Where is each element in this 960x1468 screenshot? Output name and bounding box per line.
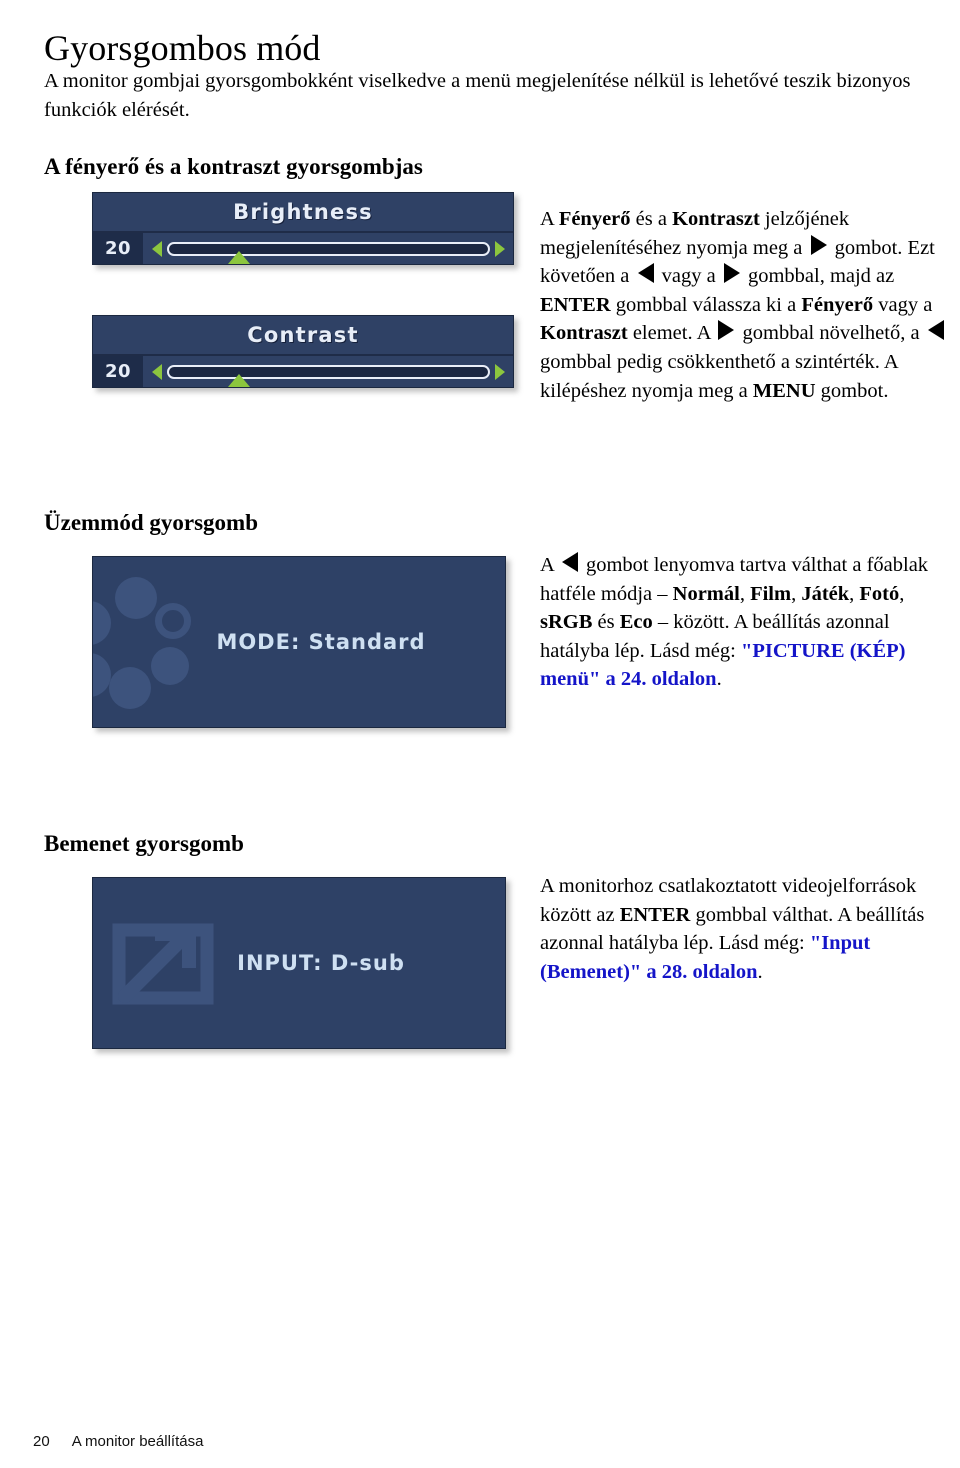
page-title: Gyorsgombos mód [44, 28, 321, 69]
left-arrow-button-icon [927, 320, 944, 341]
text-fragment: A [540, 208, 559, 230]
mode-option-normal: Normál [672, 582, 740, 605]
text-fragment: . [757, 960, 763, 983]
description-input: A monitorhoz csatlakoztatott videojelfor… [540, 872, 960, 986]
osd-title-brightness: Brightness [233, 200, 373, 224]
term-brightness: Fényerő [801, 293, 874, 316]
text-fragment: elemet. A [627, 322, 716, 345]
osd-panel-input: INPUT: D-sub [92, 877, 506, 1049]
increase-arrow-icon[interactable] [495, 240, 505, 257]
osd-panel-contrast: Contrast 20 [92, 315, 514, 388]
osd-slider-track-contrast[interactable] [167, 364, 490, 387]
mode-option-film: Film [750, 582, 792, 605]
term-menu: MENU [752, 379, 816, 402]
text-fragment: vagy a [873, 293, 933, 316]
text-fragment: gombbal válassza ki a [610, 293, 802, 316]
left-arrow-button-icon [561, 552, 578, 572]
term-brightness: Fényerő [558, 208, 631, 230]
osd-panel-mode: MODE: Standard [92, 556, 506, 728]
page-footer: 20 A monitor beállítása [33, 1433, 203, 1450]
osd-value-contrast: 20 [93, 356, 143, 387]
term-contrast: Kontraszt [540, 322, 628, 345]
description-brightness-contrast: A Fényerő és a Kontraszt jelzőjének megj… [540, 205, 960, 405]
text-fragment: és a [630, 208, 673, 230]
footer-page-number: 20 [33, 1433, 50, 1450]
text-fragment: , [739, 582, 751, 605]
osd-value-brightness: 20 [93, 233, 143, 264]
term-enter: ENTER [619, 903, 691, 926]
text-fragment: , [791, 582, 802, 605]
section-heading-input: Bemenet gyorsgomb [44, 831, 244, 857]
decrease-arrow-icon[interactable] [152, 240, 162, 257]
increase-arrow-icon[interactable] [495, 363, 505, 380]
text-fragment: . [716, 668, 722, 691]
left-arrow-button-icon [637, 263, 654, 284]
osd-slider-track-brightness[interactable] [167, 241, 490, 264]
section-heading-brightness-contrast: A fényerő és a kontraszt gyorsgombjas [44, 154, 423, 180]
osd-title-row-brightness: Brightness [93, 193, 513, 233]
text-fragment: A [540, 554, 559, 576]
osd-label-input: INPUT: D-sub [237, 951, 405, 975]
mode-option-photo: Fotó [859, 582, 900, 605]
intro-paragraph: A monitor gombjai gyorsgombokként viselk… [44, 69, 911, 121]
mode-option-game: Játék [801, 582, 850, 605]
osd-slider-thumb-contrast[interactable] [228, 373, 251, 387]
right-arrow-button-icon [723, 263, 740, 284]
osd-panel-brightness: Brightness 20 [92, 192, 514, 265]
right-arrow-button-icon [810, 234, 827, 255]
text-fragment: gombot. [815, 379, 889, 402]
mode-option-srgb: sRGB [540, 611, 593, 634]
section-heading-mode: Üzemmód gyorsgomb [44, 510, 258, 536]
text-fragment: vagy a [656, 265, 721, 288]
text-fragment: gombbal, majd az [742, 265, 895, 288]
osd-slider-thumb-brightness[interactable] [228, 250, 251, 264]
term-contrast: Kontraszt [672, 208, 760, 230]
osd-slider-row-brightness: 20 [93, 233, 513, 264]
right-arrow-button-icon [718, 320, 735, 341]
osd-slider-row-contrast: 20 [93, 356, 513, 387]
osd-title-contrast: Contrast [247, 323, 359, 347]
description-mode: A gombot lenyomva tartva válthat a főabl… [540, 551, 952, 694]
text-fragment: gombbal növelhető, a [737, 322, 925, 345]
text-fragment: , [849, 582, 860, 605]
text-fragment: és [592, 611, 620, 634]
text-fragment: , [899, 582, 905, 605]
osd-label-mode: MODE: Standard [216, 630, 426, 654]
decrease-arrow-icon[interactable] [152, 363, 162, 380]
document-page: Gyorsgombos mód A monitor gombjai gyorsg… [0, 0, 960, 1468]
osd-title-row-contrast: Contrast [93, 316, 513, 356]
circle-icon [109, 667, 151, 709]
term-enter: ENTER [540, 293, 611, 316]
circle-icon [115, 577, 157, 619]
footer-section-name: A monitor beállítása [71, 1433, 204, 1450]
mode-option-eco: Eco [619, 611, 653, 634]
